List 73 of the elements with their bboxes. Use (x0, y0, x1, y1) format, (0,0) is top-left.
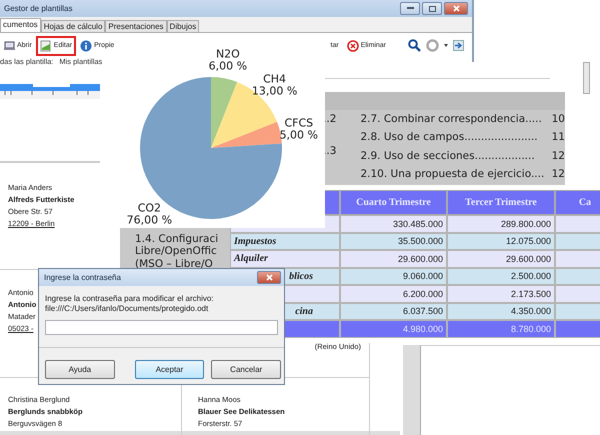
page-number: 12 (552, 148, 565, 164)
table-cell: 6.200.000 (340, 285, 447, 302)
slice-value: 5,00 % (280, 128, 318, 142)
toc-entry: ..3 (323, 144, 336, 159)
table-cell: 9.060.000 (340, 268, 447, 285)
scrollbar[interactable] (583, 62, 590, 94)
table-cell: 35.500.000 (340, 232, 447, 250)
tab[interactable]: Hojas de cálculo (40, 20, 106, 32)
caret-icon[interactable] (444, 44, 448, 47)
toc-entry: 2.10. Una propuesta de ejercicio.... (360, 167, 544, 182)
toc-entry: 2.8. Uso de campos...................... (360, 130, 538, 145)
slice-label: CO2 (138, 202, 162, 215)
tab[interactable]: Dibujos (166, 20, 200, 32)
slice-label: N2O (216, 48, 240, 61)
table-cell: 29.600.000 (447, 250, 555, 268)
dialog-title: Ingrese la contraseña (44, 273, 122, 282)
table-cell: 6.037.500 (340, 302, 447, 320)
toc-entry: 1.4. Configuraci Libre/OpenOffic (MSO – Libre/O (135, 232, 218, 270)
table-cell (555, 215, 600, 232)
tab[interactable]: cumentos (0, 18, 41, 32)
table-cell: 4.980.000 (340, 320, 447, 338)
column-header: Ca (555, 190, 600, 215)
maximize-icon (428, 6, 436, 12)
table-cell (555, 232, 600, 250)
minimize-icon (406, 7, 414, 10)
page-number: 12 (552, 167, 565, 182)
minimize-button[interactable] (400, 2, 420, 15)
close-button[interactable] (257, 271, 281, 284)
slice-value: 6,00 % (208, 60, 248, 73)
close-icon (266, 274, 272, 281)
toc-entry: 2.7. Combinar correspondencia..... (360, 112, 542, 126)
table-cell: 8.780.000 (447, 320, 555, 338)
window-title: Gestor de plantillas (4, 4, 74, 13)
close-icon (452, 5, 460, 12)
slice-label: CFCS (284, 116, 314, 130)
table-cell (555, 302, 600, 320)
table-cell (555, 320, 600, 338)
table-cell: 29.600.000 (340, 250, 447, 268)
dialog-button[interactable]: Cancelar (211, 360, 282, 379)
column-header: Tercer Trimestre (447, 190, 555, 215)
maximize-button[interactable] (422, 2, 442, 15)
table-cell: 2.173.500 (447, 285, 555, 302)
row-label: Alquiler (230, 250, 340, 268)
toc-entry: 2.9. Uso de secciones.................. (360, 148, 535, 164)
document-icon (40, 40, 52, 52)
column-header: Cuarto Trimestre (340, 190, 447, 215)
search-icon[interactable] (408, 39, 421, 52)
info-icon (80, 40, 92, 52)
file-path: file:///C:/Users/ifanlo/Documents/protegido.odt (45, 304, 210, 314)
table-cell: 330.485.000 (340, 215, 447, 232)
table-cell: 289.800.000 (447, 215, 555, 232)
laptop-icon (4, 40, 15, 52)
toc-entry: ..2 (323, 112, 336, 126)
table-cell (555, 250, 600, 268)
table-cell: 4.350.000 (447, 302, 555, 320)
row-label: Impuestos (230, 232, 340, 250)
delete-icon (346, 40, 359, 52)
page-number: 11 (552, 130, 565, 145)
password-field[interactable] (45, 320, 278, 335)
dialog-button[interactable]: Aceptar (134, 360, 204, 379)
table-cell: 12.075.000 (447, 232, 555, 250)
tab[interactable]: Presentaciones (105, 20, 167, 32)
close-button[interactable] (444, 2, 468, 15)
dialog-message: Ingrese la contraseña para modificar el archivo: (45, 294, 215, 304)
export-icon[interactable] (453, 40, 464, 51)
page-number: 10 (552, 112, 565, 126)
slice-value: 76,00 % (126, 214, 172, 227)
slice-value: 13,00 % (252, 84, 298, 98)
table-cell: 2.500.000 (447, 268, 555, 285)
table-cell (555, 268, 600, 285)
dialog-button[interactable]: Ayuda (45, 360, 115, 379)
slice-label: CH4 (263, 72, 286, 86)
table-cell (555, 285, 600, 302)
